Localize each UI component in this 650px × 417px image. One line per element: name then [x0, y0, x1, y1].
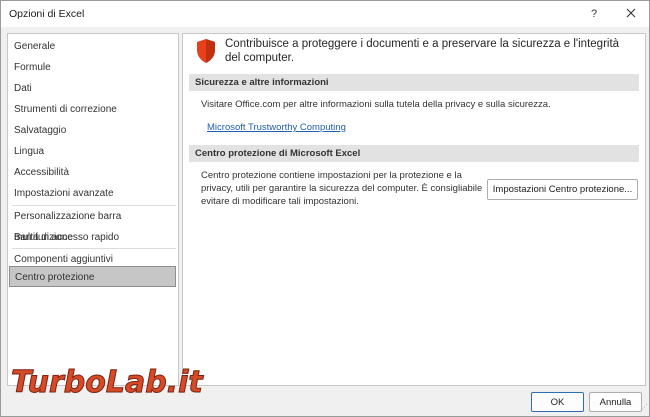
- sidebar-item-dati[interactable]: Dati: [8, 78, 178, 99]
- turbolab-logo-icon: TurboLab.it: [11, 365, 205, 401]
- section-title-centro-protezione: Centro protezione di Microsoft Excel: [189, 145, 639, 162]
- trust-center-settings-button[interactable]: Impostazioni Centro protezione...: [487, 179, 638, 200]
- options-dialog: Opzioni di Excel ? Generale Formule Dati…: [0, 0, 650, 417]
- sidebar-item-personalizzazione-barra[interactable]: Personalizzazione barra multifunzione: [8, 206, 178, 243]
- sidebar-item-salvataggio[interactable]: Salvataggio: [8, 120, 178, 141]
- close-icon: [626, 8, 636, 18]
- section-title-sicurezza: Sicurezza e altre informazioni: [189, 74, 639, 91]
- sidebar-item-formule[interactable]: Formule: [8, 57, 178, 78]
- watermark-logo: TurboLab.it: [7, 358, 237, 404]
- shield-icon: [197, 39, 215, 63]
- title-bar: Opzioni di Excel ?: [1, 1, 649, 27]
- window-title: Opzioni di Excel: [9, 8, 85, 20]
- cancel-button[interactable]: Annulla: [589, 392, 642, 412]
- content-panel: Contribuisce a proteggere i documenti e …: [182, 33, 646, 386]
- resize-grip-icon[interactable]: ⋰: [641, 404, 649, 416]
- sidebar-item-barra-accesso-rapido[interactable]: Barra di accesso rapido: [8, 227, 178, 248]
- ok-button[interactable]: OK: [531, 392, 584, 412]
- sidebar-item-accessibilita[interactable]: Accessibilità: [8, 162, 178, 183]
- sidebar-item-centro-protezione[interactable]: Centro protezione: [9, 266, 176, 287]
- help-button[interactable]: ?: [576, 1, 612, 27]
- sidebar-item-generale[interactable]: Generale: [8, 36, 178, 57]
- trustworthy-computing-link[interactable]: Microsoft Trustworthy Computing: [207, 122, 346, 133]
- sidebar-item-lingua[interactable]: Lingua: [8, 141, 178, 162]
- page-heading: Contribuisce a proteggere i documenti e …: [225, 38, 620, 64]
- sidebar-item-strumenti-correzione[interactable]: Strumenti di correzione: [8, 99, 178, 120]
- section-text-sicurezza: Visitare Office.com per altre informazio…: [201, 99, 551, 110]
- svg-text:TurboLab.it: TurboLab.it: [11, 365, 204, 400]
- close-button[interactable]: [613, 1, 649, 27]
- section-text-centro-protezione: Centro protezione contiene impostazioni …: [201, 170, 483, 207]
- category-list: Generale Formule Dati Strumenti di corre…: [7, 33, 179, 386]
- sidebar-item-impostazioni-avanzate[interactable]: Impostazioni avanzate: [8, 183, 178, 204]
